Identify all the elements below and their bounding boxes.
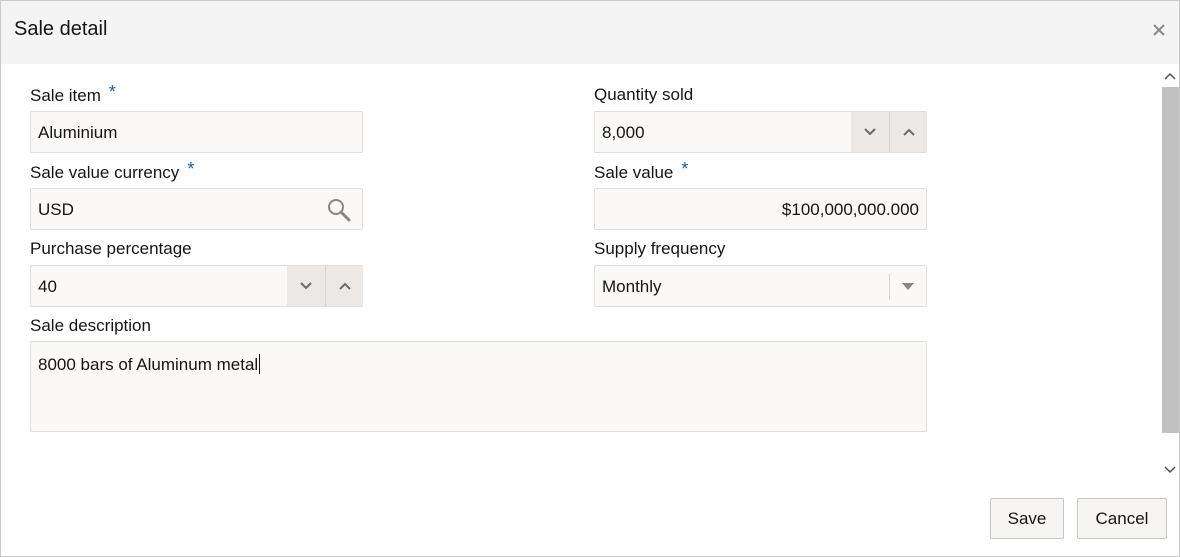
- chevron-up-icon: [338, 282, 351, 290]
- sale-value-currency-field[interactable]: USD: [30, 188, 363, 230]
- sale-detail-dialog: Sale detail Sale item * Aluminium Quantit…: [0, 0, 1180, 557]
- scroll-down-arrow[interactable]: [1161, 461, 1179, 479]
- quantity-sold-stepper[interactable]: 8,000: [594, 111, 927, 153]
- sale-item-label: Sale item *: [30, 82, 116, 106]
- sale-value-label: Sale value *: [594, 159, 689, 183]
- quantity-increment-button[interactable]: [889, 112, 927, 152]
- required-marker: *: [681, 159, 689, 179]
- scroll-up-arrow[interactable]: [1161, 67, 1179, 85]
- percentage-decrement-button[interactable]: [287, 266, 325, 306]
- text-caret: [259, 354, 261, 374]
- supply-frequency-value: Monthly: [602, 277, 662, 296]
- sale-value-currency-label-text: Sale value currency: [30, 163, 180, 182]
- chevron-up-icon: [1164, 72, 1176, 80]
- sale-value-label-text: Sale value: [594, 163, 674, 182]
- sale-value-currency-label: Sale value currency *: [30, 159, 195, 183]
- purchase-percentage-stepper[interactable]: 40: [30, 265, 363, 307]
- purchase-percentage-value: 40: [38, 277, 57, 296]
- search-icon[interactable]: [326, 197, 352, 223]
- quantity-sold-value: 8,000: [602, 123, 645, 142]
- vertical-scrollbar[interactable]: [1161, 67, 1179, 479]
- caret-down-icon[interactable]: [902, 283, 914, 290]
- chevron-up-icon: [902, 128, 915, 136]
- purchase-percentage-label: Purchase percentage: [30, 239, 192, 258]
- supply-frequency-label: Supply frequency: [594, 239, 726, 258]
- supply-frequency-select[interactable]: Monthly: [594, 265, 927, 307]
- sale-value-currency-value: USD: [38, 200, 74, 219]
- sale-item-value: Aluminium: [38, 123, 118, 142]
- sale-item-field[interactable]: Aluminium: [30, 111, 363, 153]
- scroll-thumb[interactable]: [1162, 87, 1179, 433]
- sale-item-label-text: Sale item: [30, 86, 101, 105]
- sale-description-value: 8000 bars of Aluminum metal: [38, 354, 261, 375]
- close-icon[interactable]: [1149, 19, 1169, 41]
- quantity-sold-label: Quantity sold: [594, 85, 694, 104]
- sale-value-field[interactable]: $100,000,000.000: [594, 188, 927, 230]
- sale-description-textarea[interactable]: 8000 bars of Aluminum metal: [30, 341, 927, 432]
- select-divider: [889, 274, 890, 300]
- percentage-increment-button[interactable]: [325, 266, 363, 306]
- cancel-button[interactable]: Cancel: [1077, 498, 1167, 539]
- sale-value-value: $100,000,000.000: [781, 200, 919, 219]
- save-button[interactable]: Save: [990, 498, 1064, 539]
- chevron-down-icon: [1164, 466, 1176, 474]
- chevron-down-icon: [864, 128, 876, 136]
- chevron-down-icon: [300, 282, 312, 290]
- sale-description-label: Sale description: [30, 316, 151, 335]
- dialog-title: Sale detail: [14, 18, 108, 40]
- required-marker: *: [108, 82, 116, 102]
- quantity-decrement-button[interactable]: [851, 112, 889, 152]
- required-marker: *: [187, 159, 195, 179]
- dialog-header: Sale detail: [1, 1, 1179, 64]
- sale-description-text: 8000 bars of Aluminum metal: [38, 355, 259, 374]
